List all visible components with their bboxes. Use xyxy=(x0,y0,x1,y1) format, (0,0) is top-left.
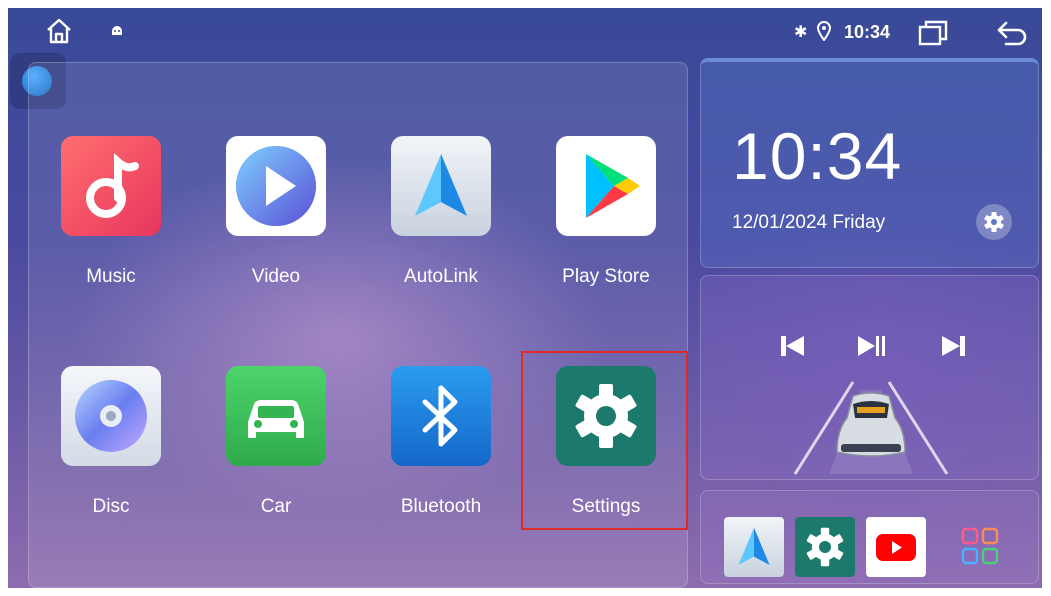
app-music[interactable]: Music xyxy=(41,136,181,336)
android-icon xyxy=(110,24,124,38)
bluetooth-icon xyxy=(391,366,491,466)
disc-icon xyxy=(61,366,161,466)
home-icon[interactable] xyxy=(44,16,74,46)
location-icon xyxy=(816,21,832,46)
video-icon xyxy=(226,136,326,236)
recent-apps-icon[interactable] xyxy=(918,20,948,51)
app-video[interactable]: Video xyxy=(206,136,346,336)
status-time: 10:34 xyxy=(844,22,891,42)
dock-youtube-icon[interactable] xyxy=(866,517,926,577)
music-icon xyxy=(61,136,161,236)
app-label: AutoLink xyxy=(404,266,478,287)
dock-settings-icon[interactable] xyxy=(795,517,855,577)
clock-time: 10:34 xyxy=(732,119,903,193)
dock-autolink-icon[interactable] xyxy=(724,517,784,577)
autolink-icon xyxy=(391,136,491,236)
app-disc[interactable]: Disc xyxy=(41,366,181,566)
app-autolink[interactable]: AutoLink xyxy=(371,136,511,336)
bluetooth-status-icon: ✱ xyxy=(794,24,808,41)
app-label: Car xyxy=(260,496,292,517)
back-icon[interactable] xyxy=(996,20,1028,51)
app-car[interactable]: Car xyxy=(206,366,346,566)
gear-icon xyxy=(982,210,1006,239)
car-icon xyxy=(226,366,326,466)
status-bar: ✱ 10:34 xyxy=(8,8,1042,56)
car-illustration-icon xyxy=(781,360,961,483)
selection-highlight xyxy=(521,351,688,530)
clock-date: 12/01/2024 Friday xyxy=(732,212,886,233)
app-label: Disc xyxy=(92,496,130,517)
clock-settings-button[interactable] xyxy=(976,204,1012,240)
app-label: Play Store xyxy=(562,266,650,287)
play-store-icon xyxy=(556,136,656,236)
car-launcher-screen: ✱ 10:34 Music Video AutoLink Play Store … xyxy=(8,8,1042,588)
app-play-store[interactable]: Play Store xyxy=(536,136,676,336)
app-label: Video xyxy=(251,266,301,287)
app-grid-icon[interactable] xyxy=(960,526,1000,571)
app-label: Music xyxy=(86,266,136,287)
app-label: Bluetooth xyxy=(400,496,482,517)
app-bluetooth[interactable]: Bluetooth xyxy=(371,366,511,566)
